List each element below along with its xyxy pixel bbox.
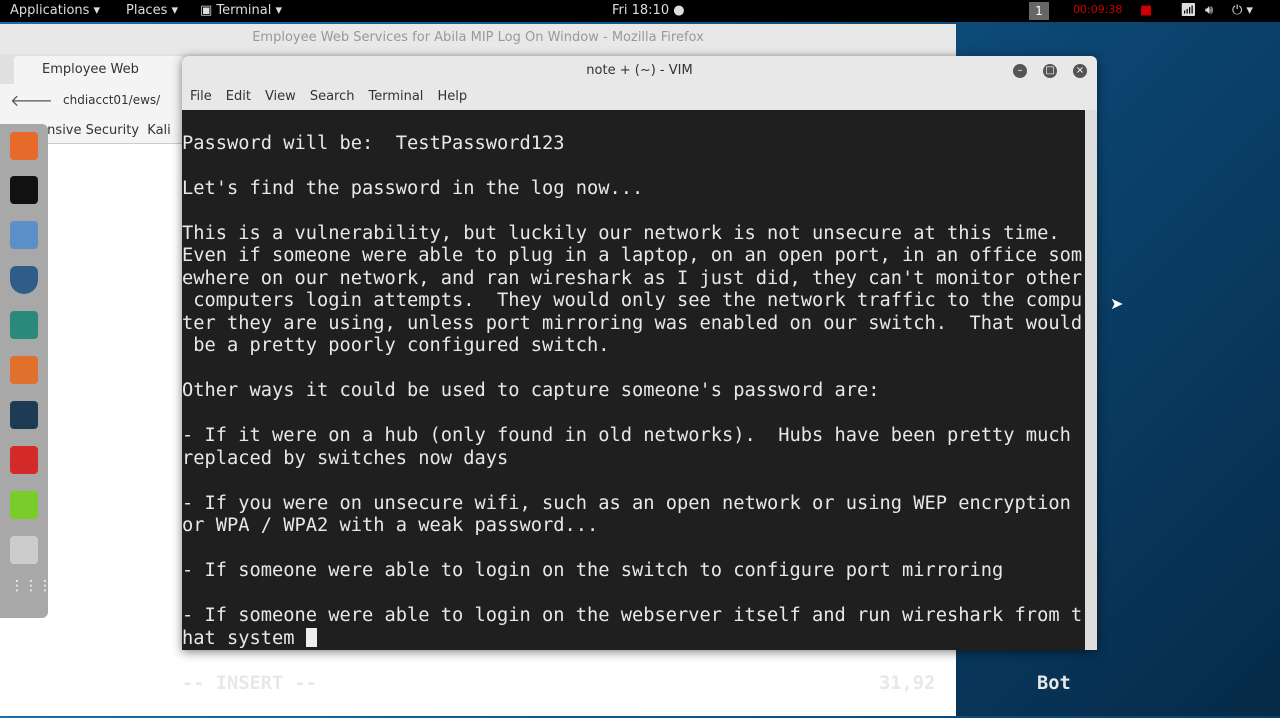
menu-edit[interactable]: Edit [226,89,251,104]
text-line: replaced by switches now days [182,447,509,469]
text-line [182,538,1085,561]
text-line: hat system [182,627,1085,651]
show-apps-icon[interactable]: ⋮⋮⋮ [10,579,52,609]
text-line [182,583,1085,606]
mode-indicator: -- INSERT -- [182,672,318,694]
browser-tab[interactable]: Employee Web Servic... [14,56,184,105]
dock: ⋮⋮⋮ [0,124,52,618]
text-line: - If someone were able to login on the w… [182,605,1083,626]
recording-timer: 00:09:38 [1073,3,1123,16]
bookmark-kali[interactable]: Kali [147,123,171,138]
vim-title: note + (~) - VIM [586,63,693,78]
record-icon[interactable]: ■ [1140,3,1152,18]
volume-icon[interactable]: 🔊︎ [1205,3,1213,18]
mouse-cursor-icon: ➤ [1110,294,1124,313]
close-button[interactable]: × [1073,64,1087,78]
terminal-icon[interactable] [10,176,38,204]
cursor-position: 31,92 [879,672,936,694]
url-text[interactable]: chdiacct01/ews/ [63,93,160,107]
text-line: ewhere on our network, and ran wireshark… [182,267,1083,289]
text-cursor [305,627,317,647]
power-icon[interactable]: ⏻ ▾ [1232,3,1253,18]
text-line: - If you were on unsecure wifi, such as … [182,492,1071,514]
armitage-icon[interactable] [10,311,38,339]
top-panel: Applications ▾ Places ▾ ▣ Terminal ▾ Fri… [0,0,1280,22]
text-line [182,403,1085,426]
menu-help[interactable]: Help [437,89,467,104]
text-line: Let's find the password in the log now..… [182,177,644,199]
firefox-titlebar: Employee Web Services for Abila MIP Log … [0,24,956,54]
text-line [182,470,1085,493]
text-line: ter they are using, unless port mirrorin… [182,312,1083,334]
terminal-text-area[interactable]: Password will be: TestPassword123 Let's f… [182,110,1085,694]
text-line: computers login attempts. They would onl… [182,290,1083,311]
clock[interactable]: Fri 18:10 ● [612,3,685,18]
applications-menu[interactable]: Applications ▾ [10,3,100,18]
terminal-menu[interactable]: ▣ Terminal ▾ [200,3,282,18]
text-line: - If it were on a hub (only found in old… [182,425,1071,446]
text-line: This is a vulnerability, but luckily our… [182,222,1060,244]
faraday-icon[interactable] [10,446,38,474]
maximize-button[interactable]: □ [1043,64,1057,78]
maltego-icon[interactable] [10,401,38,429]
editor-buffer[interactable]: Password will be: TestPassword123 Let's f… [182,133,1085,651]
text-line: Other ways it could be used to capture s… [182,380,880,401]
terminal-menubar: File Edit View Search Terminal Help [182,86,1097,110]
back-icon[interactable]: 🡐 [10,90,53,110]
text-line: be a pretty poorly configured switch. [182,335,610,356]
text-line: Password will be: TestPassword123 [182,132,565,154]
wifi-icon[interactable]: 📶︎ [1180,3,1197,18]
menu-search[interactable]: Search [310,89,355,104]
vim-statusline: -- INSERT -- 31,92 Bot [182,673,1085,696]
menu-view[interactable]: View [265,89,296,104]
scroll-position: Bot [1037,672,1071,694]
screenshot-icon[interactable] [10,536,38,564]
menu-terminal[interactable]: Terminal [368,89,423,104]
text-line [182,358,1085,381]
vim-titlebar: note + (~) - VIM – □ × [182,56,1097,86]
notes-icon[interactable] [10,491,38,519]
text-line: or WPA / WPA2 with a weak password... [182,515,599,536]
scrollbar[interactable] [1085,110,1097,650]
menu-file[interactable]: File [190,89,212,104]
terminal-menu-label: Terminal ▾ [216,3,283,18]
text-line [182,155,1085,178]
files-icon[interactable] [10,221,38,249]
burpsuite-icon[interactable] [10,356,38,384]
text-line [182,200,1085,223]
vim-terminal-window: note + (~) - VIM – □ × File Edit View Searc… [182,56,1097,694]
text-line: - If someone were able to login on the s… [182,560,1004,581]
metasploit-icon[interactable] [10,266,38,294]
workspace-indicator[interactable]: 1 [1029,2,1049,20]
text-line: Even if someone were able to plug in a l… [182,245,1083,266]
places-menu[interactable]: Places ▾ [126,3,178,18]
minimize-button[interactable]: – [1013,64,1027,78]
firefox-icon[interactable] [10,132,38,160]
